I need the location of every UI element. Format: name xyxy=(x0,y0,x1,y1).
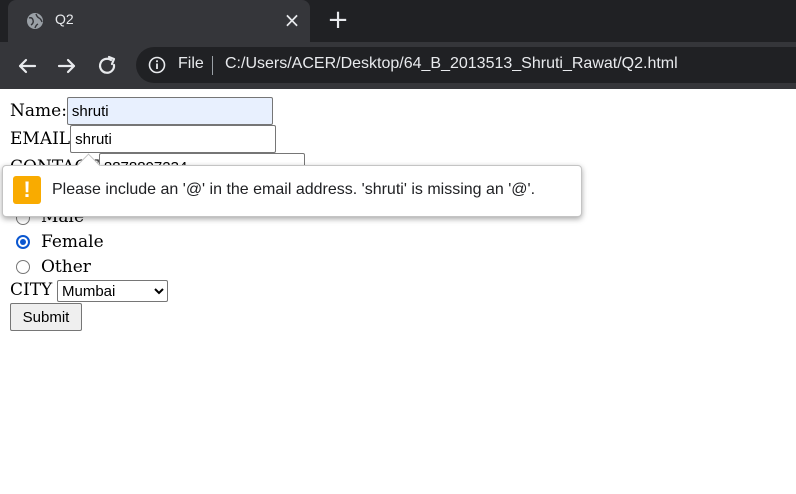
email-label: EMAIL xyxy=(10,129,71,149)
gender-radio-female[interactable] xyxy=(16,235,30,249)
tab-strip: Q2 × + xyxy=(0,0,796,42)
url-scheme: File xyxy=(178,55,204,72)
city-select[interactable]: Mumbai xyxy=(57,280,168,302)
tab-close-icon[interactable]: × xyxy=(281,9,303,31)
gender-radio-other[interactable] xyxy=(16,260,30,274)
new-tab-icon[interactable]: + xyxy=(326,7,350,33)
validation-bubble: ! Please include an '@' in the email add… xyxy=(2,153,582,217)
back-arrow-icon[interactable] xyxy=(13,52,41,80)
forward-arrow-icon[interactable] xyxy=(53,52,81,80)
browser-toolbar: File C:/Users/ACER/Desktop/64_B_2013513_… xyxy=(0,42,796,89)
warning-icon: ! xyxy=(13,176,41,204)
name-label: Name: xyxy=(10,101,67,121)
address-bar[interactable]: File C:/Users/ACER/Desktop/64_B_2013513_… xyxy=(136,47,796,83)
globe-icon xyxy=(27,13,43,29)
validation-message: Please include an '@' in the email addre… xyxy=(52,181,536,198)
tab-title: Q2 xyxy=(55,11,74,27)
submit-button[interactable]: Submit xyxy=(10,303,82,331)
page-content: Name: EMAIL CONTACT Male Female Other CI… xyxy=(0,89,796,494)
city-label: CITY xyxy=(10,280,53,300)
reload-icon[interactable] xyxy=(93,52,121,80)
name-row: Name: xyxy=(10,97,273,125)
gender-label-other: Other xyxy=(41,257,91,277)
name-input[interactable] xyxy=(66,97,273,125)
info-icon[interactable] xyxy=(148,56,166,74)
gender-label-female: Female xyxy=(41,232,104,252)
email-row: EMAIL xyxy=(10,125,277,153)
url-text[interactable]: C:/Users/ACER/Desktop/64_B_2013513_Shrut… xyxy=(225,55,678,73)
tab-q2[interactable]: Q2 × xyxy=(8,0,310,42)
email-input[interactable] xyxy=(70,125,277,153)
url-separator xyxy=(212,56,213,75)
